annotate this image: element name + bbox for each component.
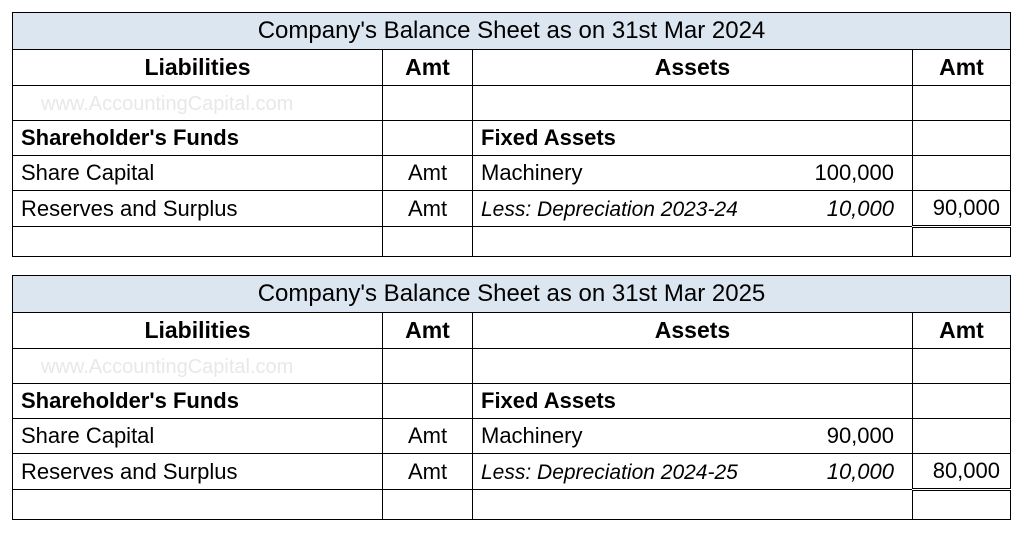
empty-cell <box>383 349 473 384</box>
share-capital-label: Share Capital <box>13 419 383 454</box>
table-title-row: Company's Balance Sheet as on 31st Mar 2… <box>13 13 1011 50</box>
depreciation-cell: Less: Depreciation 2023-24 10,000 <box>473 191 913 227</box>
table-row <box>13 227 1011 257</box>
fixed-assets-label: Fixed Assets <box>473 384 913 419</box>
table-header-row: Liabilities Amt Assets Amt <box>13 50 1011 86</box>
empty-cell <box>473 490 913 520</box>
machinery-cell: Machinery 100,000 <box>473 156 913 191</box>
empty-cell <box>13 490 383 520</box>
col-amt-1: Amt <box>383 50 473 86</box>
col-assets: Assets <box>473 50 913 86</box>
share-capital-amt: Amt <box>383 156 473 191</box>
table-row: Reserves and Surplus Amt Less: Depreciat… <box>13 454 1011 490</box>
watermark-text: www.AccountingCapital.com <box>21 356 293 378</box>
empty-cell <box>383 86 473 121</box>
depreciation-label: Less: Depreciation 2023-24 <box>481 198 738 222</box>
balance-sheet-2025: Company's Balance Sheet as on 31st Mar 2… <box>12 275 1011 520</box>
col-liabilities: Liabilities <box>13 50 383 86</box>
table-row: Reserves and Surplus Amt Less: Depreciat… <box>13 191 1011 227</box>
shareholders-funds-label: Shareholder's Funds <box>13 121 383 156</box>
reserves-label: Reserves and Surplus <box>13 454 383 490</box>
empty-cell <box>913 349 1011 384</box>
share-capital-label: Share Capital <box>13 156 383 191</box>
empty-cell <box>383 384 473 419</box>
fixed-assets-label: Fixed Assets <box>473 121 913 156</box>
machinery-label: Machinery <box>481 160 582 186</box>
col-assets: Assets <box>473 313 913 349</box>
empty-cell <box>13 227 383 257</box>
col-amt-1: Amt <box>383 313 473 349</box>
empty-cell <box>913 121 1011 156</box>
sheet-title: Company's Balance Sheet as on 31st Mar 2… <box>13 276 1011 313</box>
watermark-cell: www.AccountingCapital.com <box>13 86 383 121</box>
balance-sheet-2024: Company's Balance Sheet as on 31st Mar 2… <box>12 12 1011 257</box>
share-capital-amt: Amt <box>383 419 473 454</box>
table-header-row: Liabilities Amt Assets Amt <box>13 313 1011 349</box>
table-row: www.AccountingCapital.com <box>13 349 1011 384</box>
reserves-label: Reserves and Surplus <box>13 191 383 227</box>
empty-cell <box>383 227 473 257</box>
depreciation-label: Less: Depreciation 2024-25 <box>481 461 738 485</box>
col-amt-2: Amt <box>913 313 1011 349</box>
table-row: Shareholder's Funds Fixed Assets <box>13 121 1011 156</box>
empty-cell <box>473 86 913 121</box>
empty-cell <box>383 490 473 520</box>
col-amt-2: Amt <box>913 50 1011 86</box>
table-row: www.AccountingCapital.com <box>13 86 1011 121</box>
empty-cell <box>913 86 1011 121</box>
depreciation-cell: Less: Depreciation 2024-25 10,000 <box>473 454 913 490</box>
machinery-value: 90,000 <box>827 423 894 449</box>
table-row: Share Capital Amt Machinery 100,000 <box>13 156 1011 191</box>
watermark-cell: www.AccountingCapital.com <box>13 349 383 384</box>
table-row <box>13 490 1011 520</box>
empty-cell <box>473 349 913 384</box>
sheet-title: Company's Balance Sheet as on 31st Mar 2… <box>13 13 1011 50</box>
col-liabilities: Liabilities <box>13 313 383 349</box>
shareholders-funds-label: Shareholder's Funds <box>13 384 383 419</box>
table-row: Shareholder's Funds Fixed Assets <box>13 384 1011 419</box>
net-value: 90,000 <box>913 191 1011 227</box>
depreciation-value: 10,000 <box>827 459 894 485</box>
table-row: Share Capital Amt Machinery 90,000 <box>13 419 1011 454</box>
machinery-label: Machinery <box>481 423 582 449</box>
depreciation-value: 10,000 <box>827 196 894 222</box>
empty-cell <box>913 384 1011 419</box>
empty-cell <box>913 490 1011 520</box>
machinery-cell: Machinery 90,000 <box>473 419 913 454</box>
empty-cell <box>913 156 1011 191</box>
empty-cell <box>913 419 1011 454</box>
empty-cell <box>473 227 913 257</box>
net-value: 80,000 <box>913 454 1011 490</box>
machinery-value: 100,000 <box>814 160 894 186</box>
reserves-amt: Amt <box>383 191 473 227</box>
empty-cell <box>383 121 473 156</box>
reserves-amt: Amt <box>383 454 473 490</box>
table-title-row: Company's Balance Sheet as on 31st Mar 2… <box>13 276 1011 313</box>
watermark-text: www.AccountingCapital.com <box>21 93 293 115</box>
empty-cell <box>913 227 1011 257</box>
